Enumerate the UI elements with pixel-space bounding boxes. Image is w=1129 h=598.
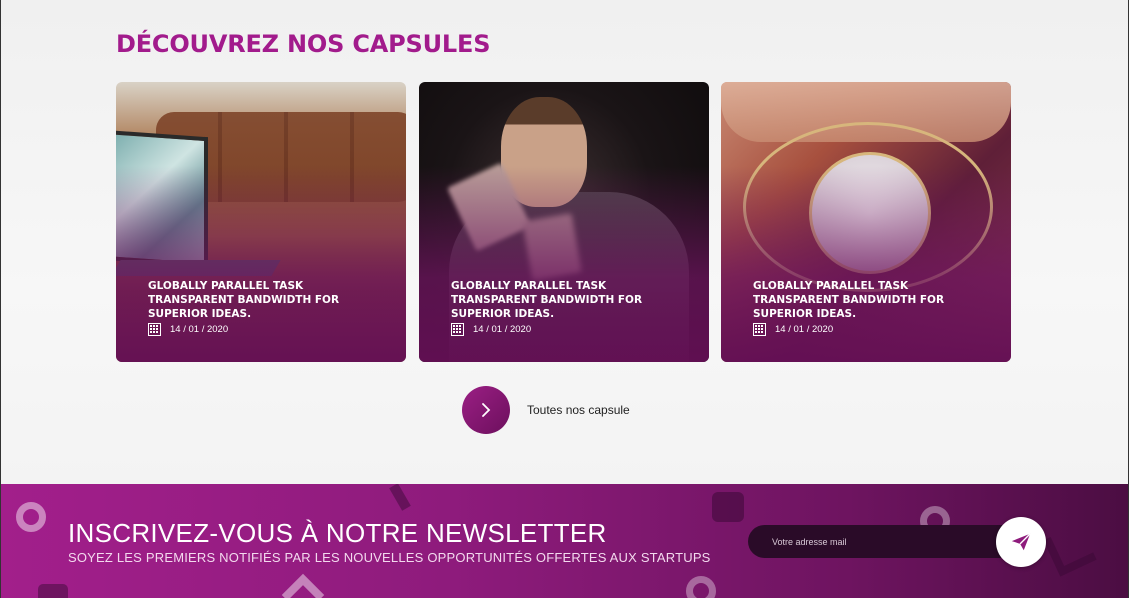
card-date: 14 / 01 / 2020 [753,323,833,336]
all-capsules-button[interactable] [462,386,510,434]
card-date: 14 / 01 / 2020 [148,323,228,336]
calendar-icon [753,323,766,336]
decor-square-icon [712,492,744,522]
newsletter-title: INSCRIVEZ-VOUS À NOTRE NEWSLETTER [68,518,607,548]
card-title[interactable]: GLOBALLY PARALLEL TASK TRANSPARENT BANDW… [148,279,388,321]
card-date-text: 14 / 01 / 2020 [170,324,229,335]
decor-ring-icon [16,502,46,532]
decor-bar-icon [389,484,411,511]
newsletter-section: INSCRIVEZ-VOUS À NOTRE NEWSLETTER SOYEZ … [0,484,1129,598]
card-title[interactable]: GLOBALLY PARALLEL TASK TRANSPARENT BANDW… [451,279,691,321]
subscribe-button[interactable] [996,517,1046,567]
decor-ring-icon [686,576,716,598]
paper-plane-icon [1011,533,1031,551]
calendar-icon [451,323,464,336]
chevron-right-icon [482,403,491,417]
card-date-text: 14 / 01 / 2020 [775,324,834,335]
decor-chevron-icon [281,573,325,598]
newsletter-subtitle: SOYEZ LES PREMIERS NOTIFIÉS PAR LES NOUV… [68,550,711,565]
calendar-icon [148,323,161,336]
capsule-card-1[interactable]: GLOBALLY PARALLEL TASK TRANSPARENT BANDW… [116,82,406,362]
capsules-section: DÉCOUVREZ NOS CAPSULES GLOBALLY PARALLEL… [0,0,1129,484]
decor-zigzag-icon [1043,523,1097,577]
all-capsules-link[interactable]: Toutes nos capsule [527,403,630,417]
card-date-text: 14 / 01 / 2020 [473,324,532,335]
decor-square-icon [38,584,68,598]
capsule-card-3[interactable]: GLOBALLY PARALLEL TASK TRANSPARENT BANDW… [721,82,1011,362]
email-input[interactable] [748,525,1018,558]
capsule-card-2[interactable]: GLOBALLY PARALLEL TASK TRANSPARENT BANDW… [419,82,709,362]
card-title[interactable]: GLOBALLY PARALLEL TASK TRANSPARENT BANDW… [753,279,993,321]
card-date: 14 / 01 / 2020 [451,323,531,336]
section-title: DÉCOUVREZ NOS CAPSULES [116,30,491,58]
